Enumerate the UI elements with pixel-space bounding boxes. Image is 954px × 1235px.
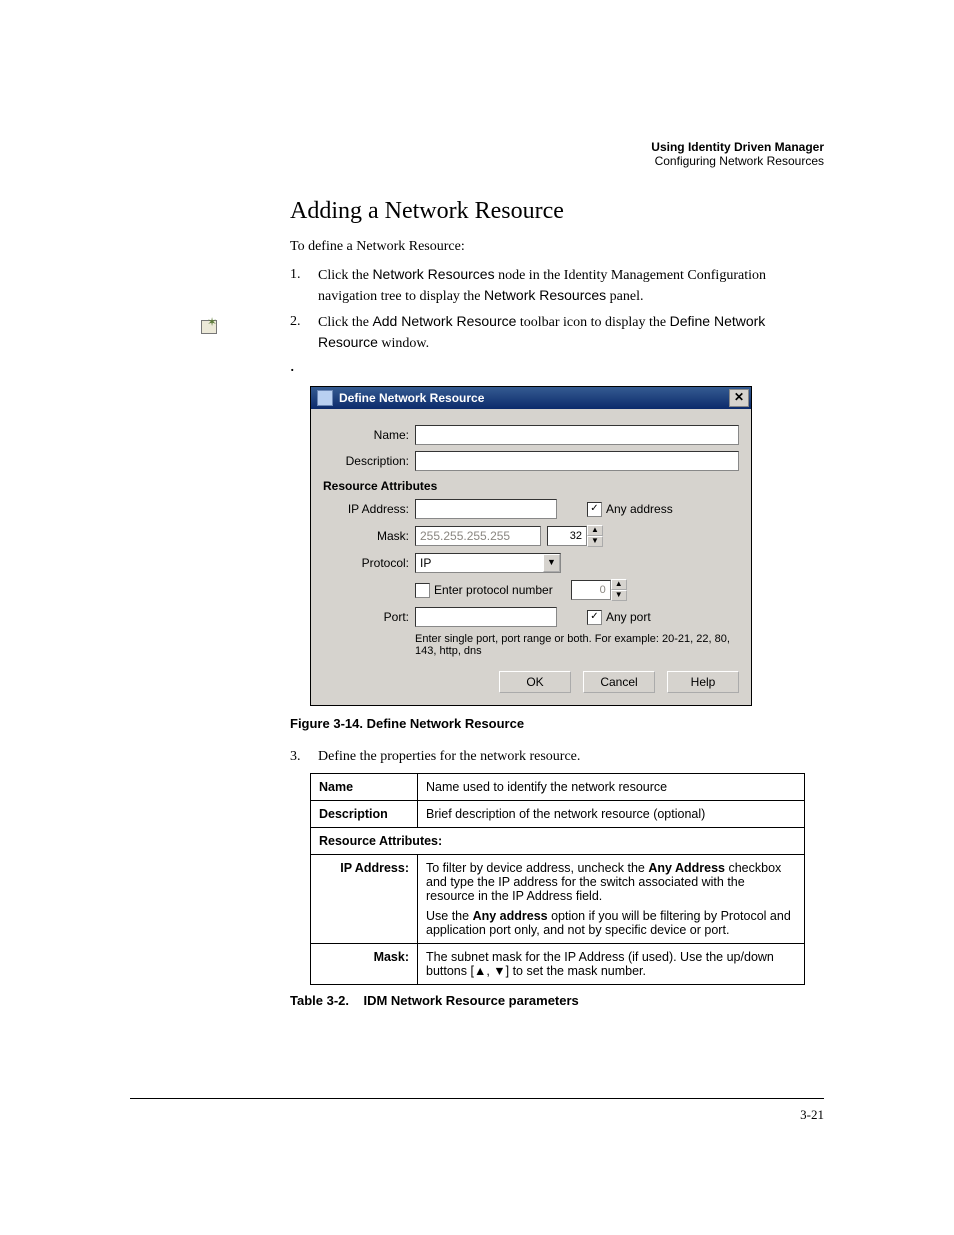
add-resource-toolbar-icon — [199, 316, 221, 336]
table-row: Description Brief description of the net… — [311, 800, 805, 827]
param-desc: Name used to identify the network resour… — [418, 773, 805, 800]
cancel-button[interactable]: Cancel — [583, 671, 655, 693]
protocol-label: Protocol: — [323, 556, 415, 570]
table-row: Mask: The subnet mask for the IP Address… — [311, 943, 805, 984]
table-row: Name Name used to identify the network r… — [311, 773, 805, 800]
ok-button[interactable]: OK — [499, 671, 571, 693]
param-desc: The subnet mask for the IP Address (if u… — [418, 943, 805, 984]
param-name: Name — [311, 773, 418, 800]
protocol-number-spinner[interactable]: 0 ▲ ▼ — [571, 579, 627, 601]
param-desc: To filter by device address, uncheck the… — [418, 854, 805, 943]
mask-spin-up[interactable]: ▲ — [587, 525, 603, 536]
figure-caption: Figure 3-14. Define Network Resource — [130, 716, 824, 731]
description-input[interactable] — [415, 451, 739, 471]
step-3: 3. Define the properties for the network… — [130, 747, 824, 767]
protocol-dropdown[interactable]: IP ▼ — [415, 553, 561, 573]
page-number: 3-21 — [800, 1107, 824, 1122]
enter-protocol-label: Enter protocol number — [434, 583, 553, 597]
param-section: Resource Attributes: — [311, 827, 805, 854]
step-text: Click the Network Resources node in the … — [318, 265, 824, 306]
mask-spin-down[interactable]: ▼ — [587, 536, 603, 547]
name-label: Name: — [323, 428, 415, 442]
chevron-down-icon[interactable]: ▼ — [543, 554, 560, 572]
define-network-resource-dialog: Define Network Resource ✕ Name: Descript… — [310, 386, 752, 706]
close-button[interactable]: ✕ — [729, 389, 749, 407]
section-heading: Adding a Network Resource — [130, 198, 824, 225]
table-caption: Table 3-2. IDM Network Resource paramete… — [130, 993, 824, 1008]
proto-spin-up[interactable]: ▲ — [611, 579, 627, 590]
page-header: Using Identity Driven Manager Configurin… — [130, 140, 824, 168]
any-address-label: Any address — [606, 502, 673, 516]
dialog-icon — [317, 390, 333, 406]
any-address-checkbox[interactable]: ✓ — [587, 502, 602, 517]
description-label: Description: — [323, 454, 415, 468]
port-label: Port: — [323, 610, 415, 624]
help-button[interactable]: Help — [667, 671, 739, 693]
port-help-text: Enter single port, port range or both. F… — [415, 633, 739, 657]
page-footer: 3-21 — [130, 1098, 824, 1123]
step-number: 1. — [290, 265, 318, 306]
proto-spin-down[interactable]: ▼ — [611, 590, 627, 601]
intro-text: To define a Network Resource: — [130, 239, 824, 255]
table-row: IP Address: To filter by device address,… — [311, 854, 805, 943]
port-input[interactable] — [415, 607, 557, 627]
name-input[interactable] — [415, 425, 739, 445]
protocol-spin-value[interactable]: 0 — [571, 580, 611, 600]
step-number: 3. — [290, 747, 318, 767]
resource-attributes-heading: Resource Attributes — [323, 479, 739, 493]
table-row: Resource Attributes: — [311, 827, 805, 854]
param-name: Mask: — [311, 943, 418, 984]
step-text: Define the properties for the network re… — [318, 747, 824, 767]
ip-label: IP Address: — [323, 502, 415, 516]
parameters-table: Name Name used to identify the network r… — [310, 773, 805, 985]
enter-protocol-checkbox[interactable] — [415, 583, 430, 598]
dialog-title: Define Network Resource — [339, 391, 484, 405]
header-subtitle: Configuring Network Resources — [130, 154, 824, 168]
param-name: Description — [311, 800, 418, 827]
param-name: IP Address: — [311, 854, 418, 943]
dialog-titlebar[interactable]: Define Network Resource ✕ — [311, 387, 751, 409]
any-port-label: Any port — [606, 610, 651, 624]
ip-input[interactable] — [415, 499, 557, 519]
step-1: 1. Click the Network Resources node in t… — [130, 265, 824, 306]
any-port-checkbox[interactable]: ✓ — [587, 610, 602, 625]
step-number: 2. — [290, 312, 318, 353]
mask-spinner[interactable]: 32 ▲ ▼ — [547, 525, 603, 547]
param-desc: Brief description of the network resourc… — [418, 800, 805, 827]
step-text: Click the Add Network Resource toolbar i… — [318, 312, 824, 353]
mask-input[interactable]: 255.255.255.255 — [415, 526, 541, 546]
step-2: 2. Click the Add Network Resource toolba… — [130, 312, 824, 353]
header-title: Using Identity Driven Manager — [130, 140, 824, 154]
mask-label: Mask: — [323, 529, 415, 543]
protocol-value: IP — [420, 556, 431, 570]
mask-spin-value[interactable]: 32 — [547, 526, 587, 546]
